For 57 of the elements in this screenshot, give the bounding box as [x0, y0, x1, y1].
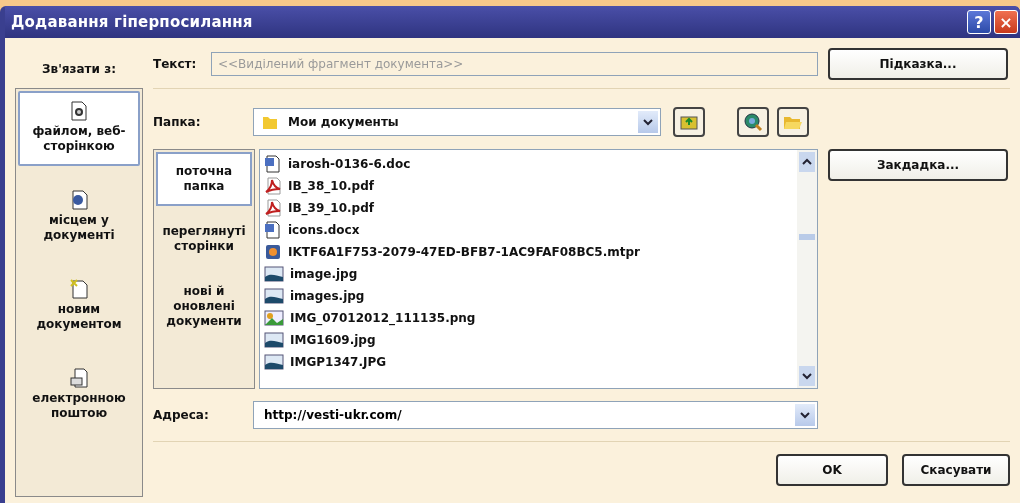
file-item[interactable]: IMG_07012012_111135.png [264, 307, 793, 329]
file-item[interactable]: IB_39_10.pdf [264, 197, 793, 219]
file-item[interactable]: IMG1609.jpg [264, 329, 793, 351]
file-item[interactable]: icons.docx [264, 219, 793, 241]
link-type-item[interactable]: новим документом [18, 269, 140, 344]
link-type-item[interactable]: електронною поштою [18, 358, 140, 433]
new-document-icon [70, 279, 88, 299]
folder-icon [262, 114, 278, 130]
bookmark-button[interactable]: Закдадка... [828, 149, 1008, 181]
pdf-icon [264, 177, 282, 195]
down-chevron-icon [800, 411, 810, 419]
dropdown-button[interactable] [795, 404, 815, 426]
help-button[interactable]: ? [967, 10, 991, 34]
down-chevron-icon [643, 118, 653, 126]
look-in-item[interactable]: поточна папка [156, 152, 252, 206]
browse-file-button[interactable] [777, 107, 809, 137]
file-item[interactable]: IKTF6A1F753-2079-47ED-BFB7-1AC9FAF08BC5.mtpr [264, 241, 793, 263]
text-label: Текст: [153, 57, 198, 71]
file-item[interactable]: iarosh-0136-6.doc [264, 153, 793, 175]
document-icon [264, 221, 282, 239]
browse-web-button[interactable] [737, 107, 769, 137]
pdf-icon [264, 199, 282, 217]
file-item[interactable]: IB_38_10.pdf [264, 175, 793, 197]
cancel-button[interactable]: Скасувати [902, 454, 1010, 486]
window-title: Додавання гіперпосилання [11, 13, 253, 31]
link-type-item[interactable]: місцем у документі [18, 180, 140, 255]
look-in-item[interactable]: переглянуті сторінки [156, 212, 252, 266]
document-icon [70, 190, 88, 210]
image-icon [264, 331, 284, 349]
globe-search-icon [743, 112, 763, 132]
up-folder-button[interactable] [673, 107, 705, 137]
image-icon [264, 309, 284, 327]
look-in-item[interactable]: нові й оновлені документи [156, 272, 252, 341]
image-icon [264, 353, 284, 371]
file-item[interactable]: images.jpg [264, 285, 793, 307]
address-field[interactable]: http://vesti-ukr.com/ [262, 407, 785, 423]
dropdown-button[interactable] [638, 111, 658, 133]
file-icon [264, 243, 282, 261]
document-icon [70, 101, 88, 121]
email-document-icon [70, 368, 88, 388]
document-icon [264, 155, 282, 173]
folder-up-icon [679, 113, 699, 131]
tip-button[interactable]: Підказка... [828, 48, 1008, 80]
image-icon [264, 265, 284, 283]
file-item[interactable]: image.jpg [264, 263, 793, 285]
address-label: Адреса: [153, 408, 210, 422]
folder-label: Папка: [153, 115, 202, 129]
folder-dropdown[interactable]: Мои документы [253, 108, 661, 136]
image-icon [264, 287, 284, 305]
file-item[interactable]: IMGP1347.JPG [264, 351, 793, 373]
address-dropdown[interactable]: http://vesti-ukr.com/ [253, 401, 818, 429]
close-button[interactable]: × [994, 10, 1018, 34]
link-to-label: Зв'язати з: [41, 61, 117, 78]
ok-button[interactable]: OK [776, 454, 888, 486]
link-type-item[interactable]: файлом, веб-сторінкою [18, 91, 140, 166]
scrollbar[interactable] [797, 150, 817, 388]
text-field[interactable]: <<Виділений фрагмент документа>> [211, 52, 818, 76]
